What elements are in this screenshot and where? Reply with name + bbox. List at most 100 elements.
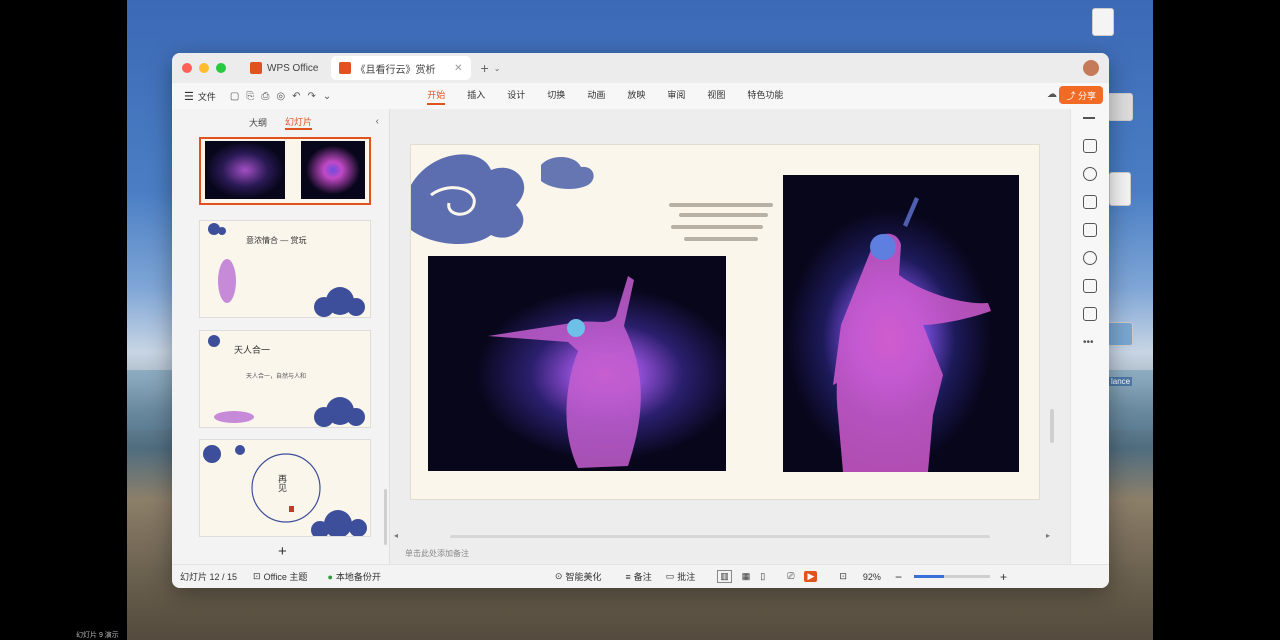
desktop-file-icon-3[interactable]: [1109, 172, 1131, 206]
menu-special[interactable]: 特色功能: [747, 88, 783, 105]
slide-canvas[interactable]: [410, 144, 1040, 500]
desktop-icon-label: lance: [1109, 377, 1133, 386]
menu-design[interactable]: 设计: [507, 88, 525, 105]
zoom-slider-fill: [913, 575, 945, 578]
dancer-silhouette-right: [833, 197, 991, 472]
more-chevron-icon[interactable]: ⌄: [323, 91, 331, 102]
comment-icon: ▭: [665, 571, 675, 581]
zoom-out-icon[interactable]: −: [895, 570, 902, 584]
tab-document-label: 《且看行云》赏析: [355, 64, 436, 76]
scroll-left-icon[interactable]: ◂: [394, 531, 398, 540]
notes-icon: ≡: [625, 571, 631, 582]
menu-view[interactable]: 视图: [707, 88, 725, 105]
menu-start[interactable]: 开始: [427, 88, 446, 105]
menu-transition[interactable]: 切换: [547, 88, 565, 105]
reading-view-icon[interactable]: ▯: [760, 571, 765, 582]
collapse-panel-icon[interactable]: ‹: [376, 116, 379, 127]
menu-review[interactable]: 审阅: [667, 88, 685, 105]
hamburger-icon[interactable]: ☰: [184, 90, 194, 103]
share-icon: ⤴: [1066, 90, 1076, 101]
notes-button[interactable]: 备注: [634, 570, 652, 583]
close-window-button[interactable]: [182, 63, 192, 73]
dancer-photo-right[interactable]: [783, 175, 1019, 472]
status-bar: 幻灯片 12 / 15 ⊡ Office 主题 ● 本地备份开 ⊙ 智能美化 ≡…: [172, 564, 1109, 588]
slide-thumbnail-13[interactable]: 13 意浓情合 — 赏玩: [199, 220, 371, 318]
beautify-button[interactable]: 智能美化: [565, 570, 601, 583]
slide-counter: 幻灯片 12 / 15: [180, 572, 238, 582]
window-controls: [182, 63, 226, 73]
menu-animation[interactable]: 动画: [587, 88, 605, 105]
tab-outline[interactable]: 大纲: [249, 116, 267, 129]
more-icon[interactable]: •••: [1083, 337, 1094, 348]
adjust-icon[interactable]: [1083, 139, 1097, 153]
backup-status-icon: ●: [327, 571, 333, 582]
new-tab-icon[interactable]: +: [481, 60, 489, 76]
present-icon[interactable]: ⎚: [787, 571, 794, 582]
slide-panel-tabs: 大纲 幻灯片: [172, 109, 389, 135]
comment-button[interactable]: 批注: [677, 570, 695, 583]
theme-icon: ⊡: [253, 571, 261, 581]
title-bar: WPS Office 《且看行云》赏析 ✕ + ⌄: [172, 53, 1109, 83]
desktop-app-icon[interactable]: [1107, 322, 1133, 346]
zoom-level[interactable]: 92%: [863, 572, 881, 582]
beautify-icon: ⊙: [554, 571, 563, 581]
minimize-window-button[interactable]: [199, 63, 209, 73]
backup-label[interactable]: 本地备份开: [336, 570, 381, 583]
tab-slides[interactable]: 幻灯片: [285, 115, 313, 130]
presentation-file-icon: [338, 62, 351, 74]
menu-insert[interactable]: 插入: [467, 88, 485, 105]
normal-view-icon[interactable]: ▥: [717, 570, 732, 583]
user-avatar[interactable]: [1083, 60, 1099, 76]
print-icon[interactable]: ⎙: [261, 91, 269, 102]
slide-editor: ◂ ▸ 单击此处添加备注: [390, 109, 1070, 564]
canvas-horizontal-scrollbar[interactable]: [450, 535, 990, 538]
thumbnail-title: 天人合一: [234, 345, 271, 355]
tab-close-icon[interactable]: ✕: [454, 63, 462, 74]
desktop-file-icon-2[interactable]: [1107, 93, 1133, 121]
slide-thumbnail-14[interactable]: 14 天人合一 天人合一，自然与人和: [199, 330, 371, 428]
zoom-window-button[interactable]: [216, 63, 226, 73]
star-icon[interactable]: [1083, 167, 1097, 181]
dancer-photo-left[interactable]: [428, 256, 726, 471]
fit-window-icon[interactable]: ⊡: [839, 571, 847, 582]
zoom-in-icon[interactable]: +: [1000, 570, 1007, 584]
scroll-right-icon[interactable]: ▸: [1046, 531, 1050, 540]
tab-wps-office[interactable]: WPS Office: [242, 56, 327, 80]
notes-placeholder[interactable]: 单击此处添加备注: [405, 548, 469, 559]
sidebar-scrollbar[interactable]: [384, 489, 387, 545]
preview-icon[interactable]: ◎: [276, 91, 285, 102]
grid-view-icon[interactable]: ▦: [742, 571, 751, 582]
stamp-icon[interactable]: [1083, 279, 1097, 293]
edit-icon[interactable]: [1083, 307, 1097, 321]
play-slideshow-icon[interactable]: ▶: [804, 571, 818, 582]
zoom-slider[interactable]: [913, 575, 990, 578]
share-button[interactable]: ⤴ 分享: [1059, 86, 1103, 104]
undo-icon[interactable]: ↶: [292, 91, 300, 102]
tab-list-chevron-icon[interactable]: ⌄: [494, 64, 501, 73]
ribbon-toolbar: ☰ 文件 ▢ ⎘ ⎙ ◎ ↶ ↷ ⌄ 开始 插入 设计 切换 动画 放映 审阅 …: [172, 83, 1109, 109]
quick-access-bar: ▢ ⎘ ⎙ ◎ ↶ ↷ ⌄: [230, 91, 331, 102]
desktop-file-icon[interactable]: [1092, 8, 1114, 36]
theme-label[interactable]: Office 主题: [264, 570, 308, 583]
tab-document[interactable]: 《且看行云》赏析 ✕: [330, 56, 471, 80]
slide-thumbnail-15[interactable]: 15 再见: [199, 439, 371, 537]
history-icon[interactable]: [1083, 251, 1097, 265]
screen: lance WPS Office 《且看行云》赏析 ✕ + ⌄ ☰ 文件 ▢ ⎘…: [0, 0, 1280, 640]
save-icon[interactable]: ▢: [230, 91, 239, 102]
redo-icon[interactable]: ↷: [307, 91, 315, 102]
thumbnail-photo: [205, 141, 285, 199]
canvas-vertical-scrollbar[interactable]: [1050, 409, 1054, 443]
copy-icon[interactable]: [1083, 195, 1097, 209]
image-icon[interactable]: [1083, 223, 1097, 237]
cloud-icon[interactable]: ☁: [1047, 89, 1057, 100]
thumbnail-subtitle: 天人合一，自然与人和: [246, 374, 307, 380]
menu-slideshow[interactable]: 放映: [627, 88, 645, 105]
file-menu[interactable]: 文件: [198, 90, 216, 103]
wps-logo-icon: [250, 62, 262, 74]
slide-thumbnail-12[interactable]: [199, 137, 371, 205]
panel-minimize-icon[interactable]: [1083, 117, 1095, 119]
add-slide-button[interactable]: +: [278, 543, 287, 560]
slide-panel: 大纲 幻灯片 ‹ 13 意浓情合 — 赏玩 14: [172, 109, 390, 564]
taskbar-caption: 幻灯片 9 演示: [76, 632, 119, 639]
export-icon[interactable]: ⎘: [246, 91, 254, 102]
